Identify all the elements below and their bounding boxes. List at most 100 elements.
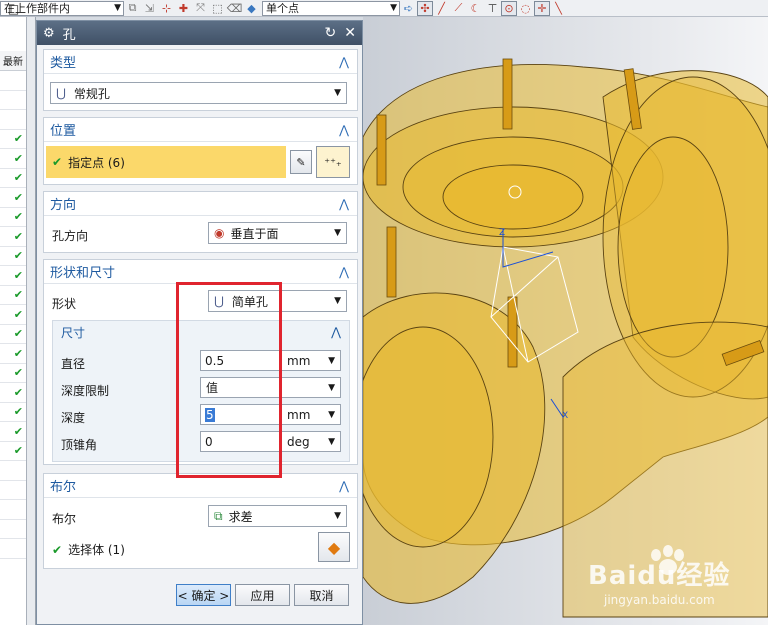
check-icon: ✔ xyxy=(13,151,23,165)
hole-type-value: 常规孔 xyxy=(73,86,110,101)
move-icon[interactable]: ⤧ xyxy=(192,1,209,16)
graphics-viewport[interactable]: Z X xyxy=(363,17,768,625)
filter-icon[interactable]: ⧉ xyxy=(124,1,141,16)
ok-button[interactable]: < 确定 > xyxy=(176,584,231,606)
shape-size-section-header[interactable]: 形状和尺寸 ⋀ xyxy=(44,260,357,284)
diameter-unit-select[interactable]: mm ▼ xyxy=(281,350,341,371)
cancel-button[interactable]: 取消 xyxy=(294,584,349,606)
list-item[interactable] xyxy=(0,520,26,539)
select-body-button[interactable]: ◆ xyxy=(318,532,350,562)
tip-angle-unit: deg xyxy=(287,434,310,449)
list-item[interactable]: ✔ xyxy=(0,403,26,422)
check-icon: ✔ xyxy=(13,190,23,204)
apply-button-label: 应用 xyxy=(250,588,275,603)
list-item[interactable]: ✔ xyxy=(0,442,26,461)
hole-direction-label: 孔方向 xyxy=(52,229,89,243)
existing-point-snap-icon[interactable]: ✛ xyxy=(534,0,550,16)
gear-icon[interactable]: ⚙ xyxy=(43,26,55,41)
list-item[interactable]: ✔ xyxy=(0,149,26,169)
snap-arrow-icon[interactable]: ⇲ xyxy=(141,1,158,16)
navigator-column-header[interactable]: 最新 xyxy=(0,51,26,71)
chevron-up-icon[interactable]: ⋀ xyxy=(339,197,349,211)
list-item[interactable] xyxy=(0,539,26,559)
cursor-plus-icon[interactable]: ✚ xyxy=(175,1,192,16)
list-item[interactable]: ✔ xyxy=(0,130,26,149)
check-icon: ✔ xyxy=(13,268,23,282)
depth-unit-select[interactable]: mm ▼ xyxy=(281,404,341,425)
chevron-up-icon[interactable]: ⋀ xyxy=(339,123,349,137)
arrow-right-icon[interactable]: ➪ xyxy=(400,1,417,16)
line-snap-icon[interactable]: ╱ xyxy=(433,1,450,16)
list-item[interactable] xyxy=(0,481,26,500)
point-icon[interactable]: ⊹ xyxy=(158,1,175,16)
chevron-down-icon: ▼ xyxy=(334,88,341,98)
sketch-section-button[interactable]: ✎ xyxy=(290,150,312,174)
check-icon: ✔ xyxy=(13,229,23,243)
snap-select[interactable]: 单个点 ▼ xyxy=(262,0,400,16)
boolean-select[interactable]: ⧉ 求差 ▼ xyxy=(208,505,347,527)
list-item[interactable] xyxy=(0,500,26,520)
cube-icon[interactable]: ◆ xyxy=(243,1,260,16)
chevron-up-icon[interactable]: ⋀ xyxy=(339,479,349,493)
list-item[interactable]: ✔ xyxy=(0,325,26,344)
restore-icon[interactable]: □ xyxy=(0,0,27,17)
check-icon: ✔ xyxy=(13,327,23,341)
list-item[interactable] xyxy=(0,71,26,91)
quadrant-snap-icon[interactable]: ◌ xyxy=(517,1,534,16)
list-item[interactable] xyxy=(0,461,26,481)
hole-type-select[interactable]: ⋃ 常规孔 ▼ xyxy=(50,82,347,104)
navigator-splitter[interactable] xyxy=(27,17,36,625)
list-item[interactable]: ✔ xyxy=(0,188,26,208)
list-item[interactable]: ✔ xyxy=(0,305,26,325)
chevron-down-icon: ▼ xyxy=(390,2,397,13)
boolean-label: 布尔 xyxy=(52,512,77,526)
tangent-snap-icon[interactable]: ⟋ xyxy=(450,1,467,16)
list-item[interactable]: ✔ xyxy=(0,208,26,227)
point-dialog-button[interactable]: ⁺⁺₊ xyxy=(316,146,350,178)
list-item[interactable]: ✔ xyxy=(0,422,26,442)
arc-snap-icon[interactable]: ☾ xyxy=(467,1,484,16)
hole-direction-select[interactable]: ◉ 垂直于面 ▼ xyxy=(208,222,347,244)
specify-point-row[interactable]: ✔ 指定点 (6) xyxy=(46,146,286,178)
apply-button[interactable]: 应用 xyxy=(235,584,290,606)
list-item[interactable]: ✔ xyxy=(0,286,26,305)
check-icon: ✔ xyxy=(13,444,23,458)
list-item[interactable]: ✔ xyxy=(0,344,26,364)
list-item[interactable]: ✔ xyxy=(0,247,26,266)
x-axis-label: X xyxy=(562,411,568,421)
list-item[interactable]: ✔ xyxy=(0,266,26,286)
reset-icon[interactable]: ↻ xyxy=(325,25,337,41)
chevron-up-icon[interactable]: ⋀ xyxy=(339,55,349,69)
dialog-titlebar[interactable]: ⚙ 孔 ↻ ✕ xyxy=(37,21,362,45)
check-icon: ✔ xyxy=(13,346,23,360)
dialog-title: 孔 xyxy=(62,27,76,43)
close-icon[interactable]: ✕ xyxy=(344,25,356,41)
chevron-down-icon: ▼ xyxy=(114,2,121,13)
cancel-button-label: 取消 xyxy=(309,588,334,603)
position-section-header[interactable]: 位置 ⋀ xyxy=(44,118,357,142)
perpendicular-snap-icon[interactable]: ⊤ xyxy=(484,1,501,16)
list-item[interactable]: ✔ xyxy=(0,169,26,188)
annotation-highlight-box xyxy=(176,282,282,478)
rect-select-icon[interactable]: ⬚ xyxy=(209,1,226,16)
position-section: 位置 ⋀ ✔ 指定点 (6) ✎ ⁺⁺₊ xyxy=(43,117,358,185)
list-item[interactable]: ✔ xyxy=(0,227,26,247)
type-section-header[interactable]: 类型 ⋀ xyxy=(44,50,357,74)
tip-angle-unit-select[interactable]: deg ▼ xyxy=(281,431,341,452)
chevron-up-icon[interactable]: ⋀ xyxy=(339,265,349,279)
eraser-icon[interactable]: ⌫ xyxy=(226,1,243,16)
list-item[interactable]: ✔ xyxy=(0,383,26,403)
direction-section-header[interactable]: 方向 ⋀ xyxy=(44,192,357,216)
chevron-up-icon[interactable]: ⋀ xyxy=(331,325,341,339)
direction-header-label: 方向 xyxy=(50,198,77,213)
chevron-down-icon: ▼ xyxy=(334,296,341,306)
center-snap-icon[interactable]: ⊙ xyxy=(501,0,517,16)
list-item[interactable]: ✔ xyxy=(0,364,26,383)
shape-label: 形状 xyxy=(52,297,77,311)
list-item[interactable] xyxy=(0,91,26,110)
endpoint-snap-icon[interactable]: ✣ xyxy=(417,0,433,16)
list-item[interactable] xyxy=(0,110,26,130)
check-icon: ✔ xyxy=(13,171,23,185)
select-body-row[interactable]: ✔ 选择体 (1) xyxy=(52,541,125,558)
intersection-snap-icon[interactable]: ╲ xyxy=(550,1,567,16)
